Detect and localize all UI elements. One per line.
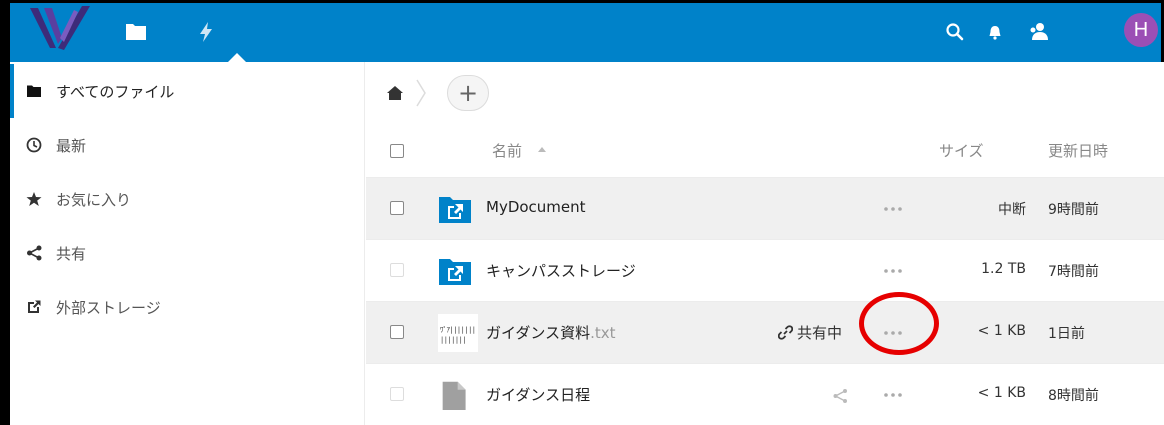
home-icon[interactable] (386, 84, 404, 102)
sidebar-item-label: 共有 (56, 245, 87, 263)
sidebar-item-label: お気に入り (56, 191, 132, 209)
text-thumbnail: ﾜﾟｱ||||||| ||||||| (438, 314, 478, 352)
file-icon (442, 381, 466, 410)
user-avatar[interactable]: H (1124, 13, 1158, 47)
contacts-icon[interactable] (1028, 21, 1050, 43)
file-size: 1.2 TB (981, 261, 1026, 277)
select-all-checkbox[interactable] (390, 144, 404, 158)
files-icon[interactable] (124, 20, 148, 44)
file-name[interactable]: MyDocument (486, 198, 586, 216)
sidebar-item-label: すべてのファイル (56, 83, 175, 101)
sidebar-item-favorites[interactable]: お気に入り (10, 172, 365, 226)
share-icon[interactable] (832, 388, 848, 404)
app-header: H (0, 0, 1164, 62)
file-extension: .txt (590, 324, 616, 342)
activity-icon[interactable] (194, 20, 218, 44)
clock-icon (26, 137, 42, 153)
thumbnail-text-line: ||||||| (440, 336, 467, 344)
file-size: 中断 (998, 202, 1026, 218)
link-icon (778, 325, 793, 340)
row-checkbox[interactable] (390, 387, 404, 401)
sidebar-item-all-files[interactable]: すべてのファイル (10, 64, 365, 118)
window-frame-top (0, 0, 1164, 3)
sidebar-navigation: すべてのファイル 最新 お気に入り 共有 外部ストレージ (10, 62, 365, 425)
file-name[interactable]: ガイダンス日程 (486, 384, 590, 405)
breadcrumb-separator (416, 79, 426, 107)
file-name[interactable]: キャンパスストレージ (486, 260, 636, 281)
row-checkbox[interactable] (390, 263, 404, 277)
sort-ascending-icon (538, 147, 546, 152)
table-row[interactable]: ﾜﾟｱ||||||| ||||||| ガイダンス資料.txt 共有中 < 1 K… (366, 301, 1164, 363)
row-checkbox[interactable] (390, 201, 404, 215)
folder-icon (27, 85, 41, 97)
active-app-indicator (228, 53, 246, 62)
bell-icon[interactable] (985, 22, 1005, 42)
shared-status-label[interactable]: 共有中 (797, 322, 842, 343)
file-list-area: + 名前 サイズ 更新日時 MyDocument 中断 9時間前 キャンパススト… (366, 62, 1164, 425)
window-frame-left (0, 0, 10, 425)
row-checkbox[interactable] (390, 325, 404, 339)
sidebar-item-external-storage[interactable]: 外部ストレージ (10, 280, 365, 334)
external-link-icon (28, 300, 41, 313)
more-actions-icon[interactable] (883, 268, 903, 274)
sidebar-item-label: 最新 (56, 137, 87, 155)
add-new-button[interactable]: + (447, 75, 489, 111)
sidebar-item-shared[interactable]: 共有 (10, 226, 365, 280)
external-folder-icon (439, 197, 471, 223)
table-row[interactable]: MyDocument 中断 9時間前 (366, 177, 1164, 239)
sidebar-item-label: 外部ストレージ (56, 299, 161, 317)
file-modified: 7時間前 (1048, 264, 1099, 280)
sidebar-item-recent[interactable]: 最新 (10, 118, 365, 172)
more-actions-icon[interactable] (883, 330, 903, 336)
file-name[interactable]: ガイダンス資料.txt (486, 322, 616, 343)
file-size: < 1 KB (977, 385, 1026, 401)
file-modified: 1日前 (1048, 326, 1085, 342)
file-modified: 8時間前 (1048, 388, 1099, 404)
file-modified: 9時間前 (1048, 202, 1099, 218)
file-table-header: 名前 サイズ 更新日時 (366, 126, 1164, 176)
column-header-name[interactable]: 名前 (492, 140, 522, 161)
thumbnail-text-line: ﾜﾟｱ||||||| (440, 326, 476, 334)
search-icon[interactable] (945, 22, 965, 42)
table-row[interactable]: キャンパスストレージ 1.2 TB 7時間前 (366, 239, 1164, 301)
star-icon (26, 192, 42, 206)
more-actions-icon[interactable] (883, 206, 903, 212)
file-size: < 1 KB (977, 323, 1026, 339)
app-logo[interactable] (26, 4, 96, 56)
table-row[interactable]: ガイダンス日程 < 1 KB 8時間前 (366, 363, 1164, 425)
share-icon (27, 245, 42, 261)
more-actions-icon[interactable] (883, 392, 903, 398)
column-header-size[interactable]: サイズ (939, 140, 984, 161)
column-header-modified[interactable]: 更新日時 (1048, 140, 1108, 161)
external-folder-icon (439, 259, 471, 285)
